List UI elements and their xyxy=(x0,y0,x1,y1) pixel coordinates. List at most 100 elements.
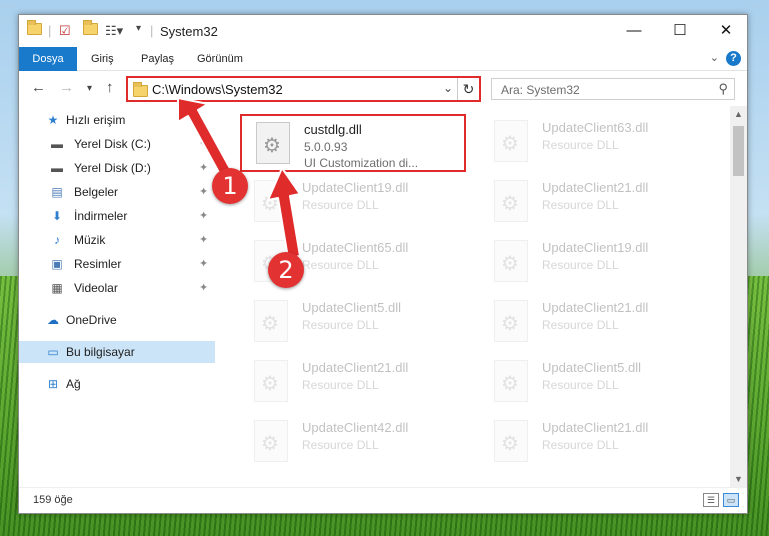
scrollbar-thumb[interactable] xyxy=(733,126,744,176)
file-item[interactable]: UpdateClient5.dll Resource DLL xyxy=(480,354,710,410)
sidebar-item-music[interactable]: ♪ Müzik ✦ xyxy=(19,229,215,251)
address-bar[interactable]: C:\Windows\System32 ⌄ ↻ xyxy=(126,76,481,102)
search-input[interactable]: Ara: System32 ⚲ xyxy=(491,78,735,100)
large-icons-view-icon[interactable]: ▭ xyxy=(723,493,739,507)
sidebar-item-label: Resimler xyxy=(74,257,122,271)
sidebar-item-onedrive[interactable]: ☁ OneDrive xyxy=(19,309,215,331)
sidebar-item-this-pc[interactable]: ▭ Bu bilgisayar xyxy=(19,341,215,363)
tab-share[interactable]: Paylaş xyxy=(131,47,184,71)
dll-file-icon xyxy=(254,420,288,462)
file-name: UpdateClient21.dll xyxy=(542,180,649,195)
tab-home[interactable]: Giriş xyxy=(81,47,124,71)
pin-icon: ✦ xyxy=(199,258,209,270)
file-item[interactable]: UpdateClient5.dll Resource DLL xyxy=(240,294,470,350)
dll-file-icon xyxy=(254,360,288,402)
sidebar-item-label: Yerel Disk (D:) xyxy=(74,161,151,175)
file-type: Resource DLL xyxy=(302,378,379,392)
scroll-down-icon[interactable]: ▼ xyxy=(730,471,747,488)
dll-file-icon xyxy=(494,300,528,342)
file-name: UpdateClient19.dll xyxy=(542,240,649,255)
file-type: Resource DLL xyxy=(542,198,619,212)
file-name: UpdateClient19.dll xyxy=(302,180,409,195)
file-description: UI Customization di... xyxy=(304,156,419,170)
sidebar-item-label: İndirmeler xyxy=(74,209,128,223)
forward-arrow-icon[interactable]: → xyxy=(59,79,74,96)
help-icon[interactable]: ? xyxy=(726,51,741,66)
file-name: UpdateClient5.dll xyxy=(542,360,642,375)
recent-locations-icon[interactable]: ▾ xyxy=(87,83,92,94)
close-button[interactable]: ✕ xyxy=(703,15,749,47)
drive-icon: ▬ xyxy=(51,137,63,151)
pin-icon: ✦ xyxy=(199,186,209,198)
file-item[interactable]: UpdateClient19.dll Resource DLL xyxy=(480,234,710,290)
scroll-up-icon[interactable]: ▲ xyxy=(730,106,747,123)
file-name: UpdateClient5.dll xyxy=(302,300,402,315)
sidebar-item-label: OneDrive xyxy=(66,313,117,327)
up-arrow-icon[interactable]: ↑ xyxy=(106,79,114,96)
window-title: System32 xyxy=(160,24,218,39)
file-item-custdlg[interactable]: custdlg.dll 5.0.0.93 UI Customization di… xyxy=(240,114,466,172)
sidebar-item-label: Hızlı erişim xyxy=(66,113,126,127)
dll-file-icon xyxy=(494,120,528,162)
dll-file-icon xyxy=(494,360,528,402)
dll-file-icon xyxy=(254,300,288,342)
sidebar-item-network[interactable]: ⊞ Ağ xyxy=(19,373,215,395)
title-bar: | ☑ ☷▾ ▾ | System32 — ☐ ✕ xyxy=(19,15,747,47)
file-item[interactable]: UpdateClient42.dll Resource DLL xyxy=(240,414,470,470)
file-name: UpdateClient63.dll xyxy=(542,120,649,135)
file-item[interactable]: UpdateClient21.dll Resource DLL xyxy=(480,294,710,350)
videos-icon: ▦ xyxy=(51,281,63,295)
tab-file[interactable]: Dosya xyxy=(19,47,77,71)
chevron-down-icon[interactable]: ⌄ xyxy=(443,81,453,95)
file-item[interactable]: UpdateClient21.dll Resource DLL xyxy=(480,414,710,470)
vertical-scrollbar[interactable]: ▲ ▼ xyxy=(730,106,747,488)
file-type: Resource DLL xyxy=(302,198,379,212)
sidebar-item-videos[interactable]: ▦ Videolar ✦ xyxy=(19,277,215,299)
file-name: UpdateClient65.dll xyxy=(302,240,409,255)
navigation-pane: ★ Hızlı erişim ▬ Yerel Disk (C:) ✦ ▬ Yer… xyxy=(19,106,215,488)
sidebar-item-label: Müzik xyxy=(74,233,106,247)
file-name: UpdateClient21.dll xyxy=(542,300,649,315)
sidebar-item-label: Bu bilgisayar xyxy=(66,345,135,359)
file-type: Resource DLL xyxy=(542,378,619,392)
customize-quick-access-icon[interactable]: ☷▾ xyxy=(105,23,123,39)
ribbon-expand-icon[interactable]: ⌄ xyxy=(710,51,719,64)
refresh-icon[interactable]: ↻ xyxy=(457,78,479,100)
tab-view[interactable]: Görünüm xyxy=(187,47,253,71)
star-icon: ★ xyxy=(47,113,59,127)
cloud-icon: ☁ xyxy=(47,313,59,327)
file-item[interactable]: UpdateClient21.dll Resource DLL xyxy=(240,354,470,410)
file-name: UpdateClient21.dll xyxy=(542,420,649,435)
file-item[interactable]: UpdateClient63.dll Resource DLL xyxy=(480,114,710,170)
dll-file-icon xyxy=(494,240,528,282)
sidebar-item-quick-access[interactable]: ★ Hızlı erişim xyxy=(19,109,215,131)
status-bar: 159 öğe ☰ ▭ xyxy=(19,487,747,513)
search-icon[interactable]: ⚲ xyxy=(718,81,728,97)
file-type: Resource DLL xyxy=(302,258,379,272)
minimize-button[interactable]: — xyxy=(611,15,657,47)
pin-icon: ✦ xyxy=(199,282,209,294)
file-item[interactable]: UpdateClient19.dll Resource DLL xyxy=(240,174,470,230)
properties-icon[interactable]: ☑ xyxy=(59,23,71,39)
back-arrow-icon[interactable]: ← xyxy=(31,79,46,96)
quick-access-dropdown-icon[interactable]: ▾ xyxy=(136,23,141,34)
callout-1: 1 xyxy=(212,168,248,204)
file-item[interactable]: UpdateClient21.dll Resource DLL xyxy=(480,174,710,230)
file-type: Resource DLL xyxy=(542,138,619,152)
file-version: 5.0.0.93 xyxy=(304,140,348,154)
address-path: C:\Windows\System32 xyxy=(152,82,283,97)
sidebar-item-label: Yerel Disk (C:) xyxy=(74,137,151,151)
sidebar-item-label: Belgeler xyxy=(74,185,119,199)
maximize-button[interactable]: ☐ xyxy=(657,15,703,47)
network-icon: ⊞ xyxy=(47,377,59,391)
details-view-icon[interactable]: ☰ xyxy=(703,493,719,507)
sidebar-item-local-disk-d[interactable]: ▬ Yerel Disk (D:) ✦ xyxy=(19,157,215,179)
sidebar-item-documents[interactable]: ▤ Belgeler ✦ xyxy=(19,181,215,203)
pin-icon: ✦ xyxy=(199,234,209,246)
item-count: 159 öğe xyxy=(33,494,73,506)
file-type: Resource DLL xyxy=(542,318,619,332)
sidebar-item-downloads[interactable]: ⬇ İndirmeler ✦ xyxy=(19,205,215,227)
sidebar-item-local-disk-c[interactable]: ▬ Yerel Disk (C:) ✦ xyxy=(19,133,215,155)
sidebar-item-pictures[interactable]: ▣ Resimler ✦ xyxy=(19,253,215,275)
new-folder-icon[interactable] xyxy=(83,20,98,38)
